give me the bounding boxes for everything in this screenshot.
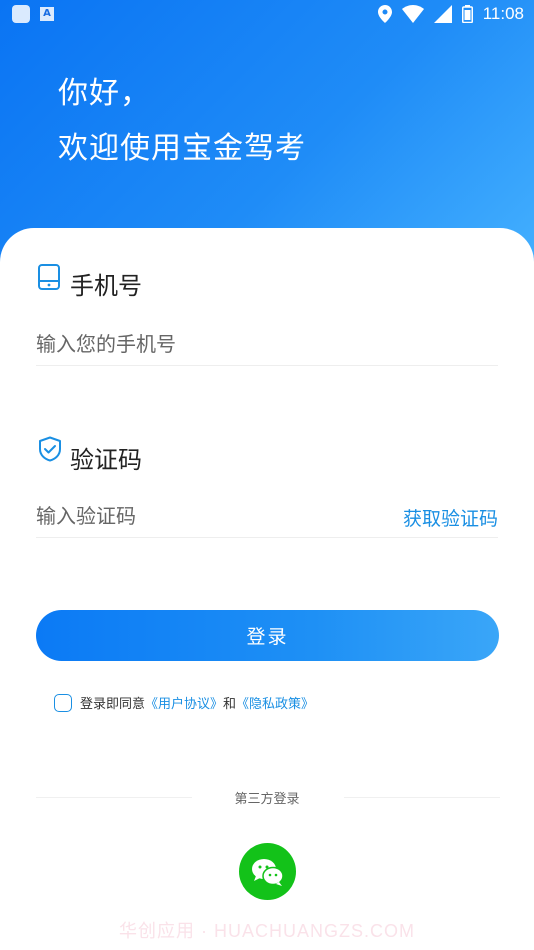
get-code-button[interactable]: 获取验证码 (403, 504, 498, 531)
status-right-icons: 11:08 (377, 4, 524, 24)
status-time: 11:08 (482, 4, 524, 23)
welcome-text: 欢迎使用宝金驾考 (58, 132, 306, 165)
wechat-login-button[interactable] (239, 843, 296, 900)
status-left-icons: A (12, 5, 54, 23)
code-label: 验证码 (70, 447, 142, 474)
phone-icon (38, 264, 60, 290)
user-agreement-link[interactable]: 《用户协议》 (145, 693, 223, 712)
divider-right (344, 797, 500, 798)
agreement-prefix: 登录即同意 (80, 696, 146, 711)
agreement-and: 和 (223, 696, 237, 711)
agreement-checkbox[interactable] (54, 693, 72, 712)
wechat-icon (251, 858, 284, 886)
status-bar: A 11:08 (0, 0, 534, 28)
login-button[interactable]: 登录 (36, 610, 499, 661)
location-icon (377, 5, 392, 23)
privacy-policy-link[interactable]: 《隐私政策》 (236, 693, 314, 712)
notification-a-icon: A (40, 7, 54, 21)
watermark: 华创应用 · HUACHUANGZS.COM (119, 921, 415, 941)
agreement-row: 登录即同意 《用户协议》 和 《隐私政策》 (54, 693, 314, 712)
signal-icon (433, 5, 452, 23)
battery-icon (461, 5, 473, 23)
notification-app-icon (12, 5, 30, 23)
wifi-icon (401, 5, 424, 23)
phone-label: 手机号 (70, 273, 142, 300)
shield-check-icon (39, 436, 61, 462)
phone-input[interactable] (36, 325, 498, 366)
greeting-text: 你好， (58, 77, 151, 110)
